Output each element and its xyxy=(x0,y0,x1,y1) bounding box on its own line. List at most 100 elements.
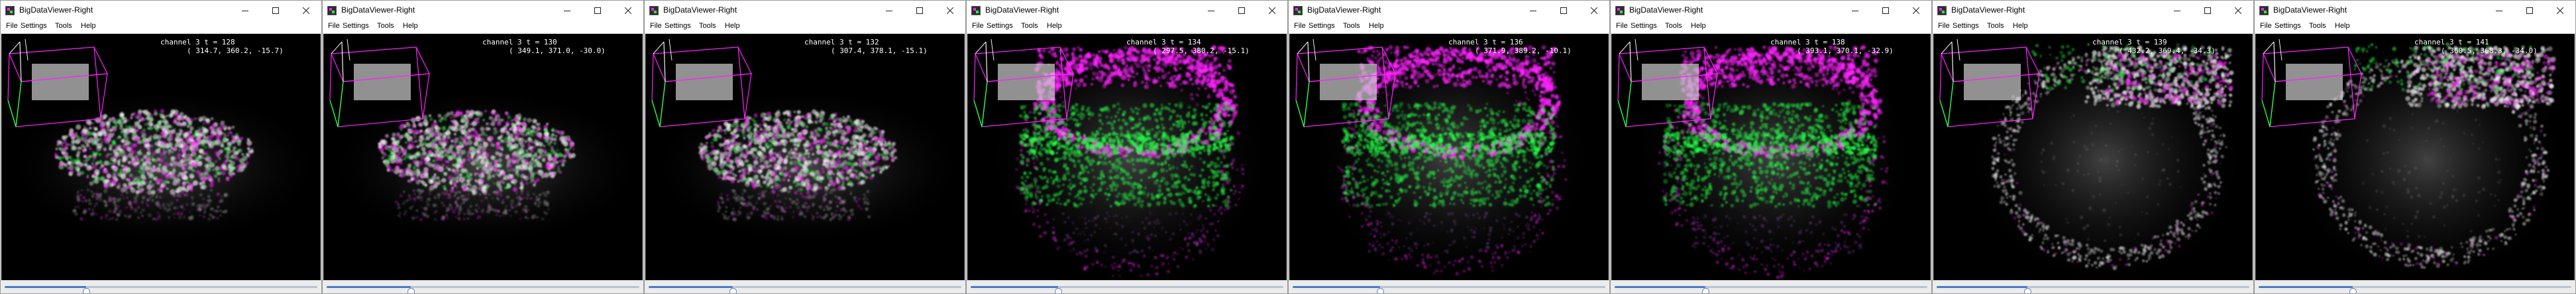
maximize-button[interactable] xyxy=(2192,1,2223,20)
menu-file[interactable]: File xyxy=(1293,22,1307,30)
menu-help[interactable]: Help xyxy=(2012,22,2029,30)
close-button[interactable] xyxy=(2223,1,2253,20)
menu-tools[interactable]: Tools xyxy=(1664,22,1684,30)
menu-settings[interactable]: Settings xyxy=(1951,22,1980,30)
slider-thumb[interactable] xyxy=(407,288,415,293)
menu-file[interactable]: File xyxy=(971,22,985,30)
minimize-button[interactable] xyxy=(2484,1,2514,20)
menu-file[interactable]: File xyxy=(5,22,19,30)
menu-settings[interactable]: Settings xyxy=(663,22,692,30)
menu-tools[interactable]: Tools xyxy=(376,22,396,30)
title-bar[interactable]: BigDataViewer-Right xyxy=(1,1,321,20)
maximize-button[interactable] xyxy=(1226,1,1257,20)
menu-file[interactable]: File xyxy=(2259,22,2273,30)
slider-thumb[interactable] xyxy=(2023,288,2031,293)
viewer-canvas[interactable]: channel 3 t = 134( 297.5, 380.2, -15.1) xyxy=(967,34,1287,280)
menu-help[interactable]: Help xyxy=(1046,22,1063,30)
minimize-button[interactable] xyxy=(230,1,260,20)
timepoint-slider[interactable] xyxy=(1933,280,2253,293)
slider-track[interactable] xyxy=(971,286,1283,293)
menu-tools[interactable]: Tools xyxy=(54,22,74,30)
menu-tools[interactable]: Tools xyxy=(1986,22,2006,30)
menu-help[interactable]: Help xyxy=(80,22,97,30)
slider-track[interactable] xyxy=(327,286,639,293)
menu-file[interactable]: File xyxy=(327,22,341,30)
timepoint-slider[interactable] xyxy=(2255,280,2575,293)
menu-help[interactable]: Help xyxy=(724,22,741,30)
slider-thumb[interactable] xyxy=(82,288,90,293)
slider-thumb[interactable] xyxy=(729,288,737,293)
minimize-button[interactable] xyxy=(1840,1,1870,20)
maximize-button[interactable] xyxy=(904,1,935,20)
maximize-button[interactable] xyxy=(582,1,613,20)
menu-tools[interactable]: Tools xyxy=(1342,22,1362,30)
close-button[interactable] xyxy=(1257,1,1287,20)
title-bar[interactable]: BigDataViewer-Right xyxy=(1933,1,2253,20)
slider-track[interactable] xyxy=(5,286,317,293)
close-button[interactable] xyxy=(935,1,965,20)
minimize-button[interactable] xyxy=(2162,1,2192,20)
slider-thumb[interactable] xyxy=(1377,288,1385,293)
title-bar[interactable]: BigDataViewer-Right xyxy=(1289,1,1609,20)
menu-file[interactable]: File xyxy=(1615,22,1629,30)
viewer-canvas[interactable]: channel 3 t = 128( 314.7, 360.2, -15.7) xyxy=(1,34,321,280)
menu-file[interactable]: File xyxy=(1937,22,1951,30)
maximize-button[interactable] xyxy=(1870,1,1901,20)
close-button[interactable] xyxy=(1901,1,1931,20)
menu-tools[interactable]: Tools xyxy=(2308,22,2328,30)
menu-help[interactable]: Help xyxy=(2334,22,2351,30)
slider-track[interactable] xyxy=(2259,286,2571,293)
title-bar[interactable]: BigDataViewer-Right xyxy=(645,1,965,20)
title-bar[interactable]: BigDataViewer-Right xyxy=(1611,1,1931,20)
maximize-button[interactable] xyxy=(1548,1,1579,20)
close-button[interactable] xyxy=(613,1,643,20)
menu-settings[interactable]: Settings xyxy=(1629,22,1658,30)
minimize-button[interactable] xyxy=(874,1,904,20)
viewer-canvas[interactable]: channel 3 t = 136( 371.9, 389.2, -10.1) xyxy=(1289,34,1609,280)
slider-thumb[interactable] xyxy=(1055,288,1063,293)
title-bar[interactable]: BigDataViewer-Right xyxy=(323,1,643,20)
maximize-button[interactable] xyxy=(2514,1,2545,20)
close-button[interactable] xyxy=(1579,1,1609,20)
menu-settings[interactable]: Settings xyxy=(341,22,370,30)
menu-help[interactable]: Help xyxy=(1368,22,1385,30)
viewer-canvas[interactable]: channel 3 t = 139( 432.2, 369.4, -34.3) xyxy=(1933,34,2253,280)
viewer-canvas[interactable]: channel 3 t = 132( 307.4, 378.1, -15.1) xyxy=(645,34,965,280)
menu-settings[interactable]: Settings xyxy=(2273,22,2302,30)
minimize-icon xyxy=(1852,10,1858,11)
timepoint-slider[interactable] xyxy=(645,280,965,293)
menu-file[interactable]: File xyxy=(649,22,663,30)
window-title: BigDataViewer-Right xyxy=(1629,5,1703,15)
menu-settings[interactable]: Settings xyxy=(985,22,1014,30)
timepoint-slider[interactable] xyxy=(967,280,1287,293)
maximize-button[interactable] xyxy=(260,1,291,20)
slider-thumb[interactable] xyxy=(2349,288,2357,293)
menu-settings[interactable]: Settings xyxy=(1307,22,1336,30)
slider-track[interactable] xyxy=(1293,286,1605,293)
slider-track[interactable] xyxy=(1937,286,2249,293)
minimize-button[interactable] xyxy=(1518,1,1548,20)
menu-help[interactable]: Help xyxy=(1690,22,1707,30)
minimize-button[interactable] xyxy=(552,1,582,20)
timepoint-slider[interactable] xyxy=(1,280,321,293)
timepoint-slider[interactable] xyxy=(1611,280,1931,293)
viewer-canvas[interactable]: channel 3 t = 130( 349.1, 371.0, -30.0) xyxy=(323,34,643,280)
minimize-button[interactable] xyxy=(1196,1,1226,20)
viewer-canvas[interactable]: channel 3 t = 141( 360.5, 368.3, -34.0) xyxy=(2255,34,2575,280)
menu-help[interactable]: Help xyxy=(402,22,419,30)
close-button[interactable] xyxy=(291,1,321,20)
menu-tools[interactable]: Tools xyxy=(1020,22,1040,30)
menu-tools[interactable]: Tools xyxy=(698,22,718,30)
timepoint-slider[interactable] xyxy=(323,280,643,293)
slider-track[interactable] xyxy=(649,286,961,293)
slider-thumb[interactable] xyxy=(1701,288,1709,293)
close-button[interactable] xyxy=(2545,1,2575,20)
viewer-canvas[interactable]: channel 3 t = 138( 393.1, 370.1, -32.9) xyxy=(1611,34,1931,280)
title-bar[interactable]: BigDataViewer-Right xyxy=(967,1,1287,20)
timepoint-slider[interactable] xyxy=(1289,280,1609,293)
close-icon xyxy=(947,7,953,14)
slider-track[interactable] xyxy=(1615,286,1927,293)
volume-rendering xyxy=(1939,34,2248,280)
title-bar[interactable]: BigDataViewer-Right xyxy=(2255,1,2575,20)
menu-settings[interactable]: Settings xyxy=(19,22,48,30)
